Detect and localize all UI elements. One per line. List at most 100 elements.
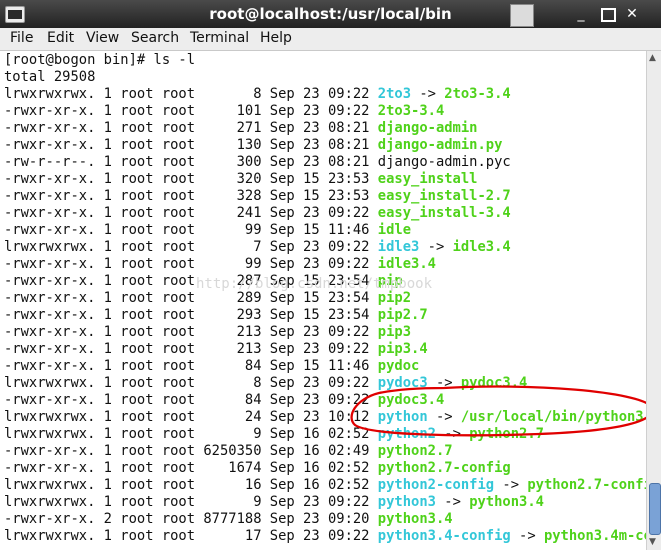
link-target: 2to3-3.4 [444,86,511,102]
file-name: python [377,409,428,425]
file-name: pip3 [377,324,412,340]
listing-row: -rwxr-xr-x. 1 root root 1674 Sep 16 02:5… [4,460,511,477]
link-arrow: -> [435,494,470,510]
listing-row: lrwxrwxrwx. 1 root root 9 Sep 23 09:22 p… [4,494,544,511]
file-name: python3.4 [377,511,453,527]
scrollbar-thumb[interactable] [649,483,661,535]
file-name: idle [377,222,412,238]
file-meta: -rwxr-xr-x. 1 root root 271 Sep 23 08:21 [4,120,378,136]
listing-row: lrwxrwxrwx. 1 root root 16 Sep 16 02:52 … [4,477,660,494]
file-name: 2to3 [377,86,412,102]
file-meta: -rwxr-xr-x. 1 root root 99 Sep 23 09:22 [4,256,378,272]
listing-row: lrwxrwxrwx. 1 root root 8 Sep 23 09:22 p… [4,375,527,392]
file-name: easy_install-3.4 [377,205,511,221]
listing-row: -rwxr-xr-x. 1 root root 99 Sep 23 09:22 … [4,256,436,273]
listing-row: -rwxr-xr-x. 1 root root 271 Sep 23 08:21… [4,120,477,137]
listing-row: lrwxrwxrwx. 1 root root 7 Sep 23 09:22 i… [4,239,511,256]
listing-row: -rwxr-xr-x. 1 root root 101 Sep 23 09:22… [4,103,444,120]
menu-edit[interactable]: Edit [47,30,74,46]
file-name: python2.7-config [377,460,511,476]
file-meta: -rwxr-xr-x. 1 root root 1674 Sep 16 02:5… [4,460,378,476]
file-name: python3 [377,494,436,510]
listing-row: -rwxr-xr-x. 1 root root 241 Sep 23 09:22… [4,205,511,222]
menu-help[interactable]: Help [260,30,292,46]
file-name: django-admin [377,120,478,136]
file-meta: -rwxr-xr-x. 1 root root 99 Sep 15 11:46 [4,222,378,238]
file-meta: -rwxr-xr-x. 2 root root 8777188 Sep 23 0… [4,511,378,527]
prompt-line: [root@bogon bin]# ls -l [4,52,196,68]
watermark: http://blog.csdn.net/tmpbook [196,276,433,292]
listing-row: -rwxr-xr-x. 1 root root 320 Sep 15 23:53… [4,171,477,188]
listing-row: -rw-r--r--. 1 root root 300 Sep 23 08:21… [4,154,511,171]
file-meta: -rwxr-xr-x. 1 root root 130 Sep 23 08:21 [4,137,378,153]
listing-row: -rwxr-xr-x. 1 root root 130 Sep 23 08:21… [4,137,502,154]
listing-row: -rwxr-xr-x. 1 root root 6250350 Sep 16 0… [4,443,453,460]
file-meta: -rwxr-xr-x. 1 root root 213 Sep 23 09:22 [4,341,378,357]
link-target: pydoc3.4 [460,375,528,391]
file-name: django-admin.pyc [377,154,511,170]
file-meta: -rwxr-xr-x. 1 root root 84 Sep 15 11:46 [4,358,378,374]
link-arrow: -> [411,86,445,102]
link-arrow: -> [435,426,470,442]
link-target: idle3.4 [452,239,511,255]
file-meta: -rwxr-xr-x. 1 root root 84 Sep 23 09:22 [4,392,378,408]
file-meta: lrwxrwxrwx. 1 root root 16 Sep 16 02:52 [4,477,378,493]
menu-terminal[interactable]: Terminal [190,30,249,46]
maximize-button[interactable] [597,4,617,24]
listing-row: lrwxrwxrwx. 1 root root 9 Sep 16 02:52 p… [4,426,544,443]
menu-view[interactable]: View [86,30,119,46]
file-meta: -rw-r--r--. 1 root root 300 Sep 23 08:21 [4,154,378,170]
file-meta: lrwxrwxrwx. 1 root root 17 Sep 23 09:22 [4,528,378,544]
file-meta: -rwxr-xr-x. 1 root root 289 Sep 15 23:54 [4,290,378,306]
file-meta: -rwxr-xr-x. 1 root root 101 Sep 23 09:22 [4,103,378,119]
file-name: pip3.4 [377,341,428,357]
file-name: pip2.7 [377,307,428,323]
listing-row: lrwxrwxrwx. 1 root root 8 Sep 23 09:22 2… [4,86,511,103]
file-name: python3.4-config [377,528,511,544]
minimize-button[interactable]: _ [571,4,591,24]
window-titlebar[interactable]: root@localhost:/usr/local/bin _ ✕ [0,0,661,28]
file-meta: lrwxrwxrwx. 1 root root 8 Sep 23 09:22 [4,86,378,102]
terminal-output[interactable]: [root@bogon bin]# ls -l total 29508 lrwx… [0,51,661,550]
file-meta: lrwxrwxrwx. 1 root root 9 Sep 16 02:52 [4,426,378,442]
file-name: 2to3-3.4 [377,103,445,119]
listing-row: -rwxr-xr-x. 1 root root 99 Sep 15 11:46 … [4,222,411,239]
file-meta: lrwxrwxrwx. 1 root root 24 Sep 23 10:12 [4,409,378,425]
window-title: root@localhost:/usr/local/bin [209,5,452,23]
listing-row: -rwxr-xr-x. 1 root root 213 Sep 23 09:22… [4,324,411,341]
file-name: easy_install [377,171,478,187]
listing-row: -rwxr-xr-x. 1 root root 328 Sep 15 23:53… [4,188,511,205]
vertical-scrollbar[interactable]: ▲ ▼ [646,51,661,550]
link-target: python3.4m-config [543,528,661,544]
menubar: File Edit View Search Terminal Help [0,28,661,51]
restore-icon [510,4,534,27]
link-target: python2.7-config [527,477,661,493]
file-name: pydoc3.4 [377,392,445,408]
scroll-down-icon[interactable]: ▼ [649,537,659,547]
listing-row: -rwxr-xr-x. 1 root root 84 Sep 15 11:46 … [4,358,419,375]
close-button[interactable]: ✕ [622,4,642,24]
file-name: python2-config [377,477,495,493]
file-meta: -rwxr-xr-x. 1 root root 320 Sep 15 23:53 [4,171,378,187]
menu-file[interactable]: File [10,30,33,46]
link-arrow: -> [427,409,461,425]
file-name: easy_install-2.7 [377,188,511,204]
listing-row: -rwxr-xr-x. 1 root root 84 Sep 23 09:22 … [4,392,444,409]
scroll-up-icon[interactable]: ▲ [649,53,659,63]
listing-row: -rwxr-xr-x. 1 root root 213 Sep 23 09:22… [4,341,428,358]
menu-search[interactable]: Search [131,30,179,46]
file-name: python2.7 [377,443,453,459]
file-meta: -rwxr-xr-x. 1 root root 241 Sep 23 09:22 [4,205,378,221]
listing-row: lrwxrwxrwx. 1 root root 24 Sep 23 10:12 … [4,409,660,426]
listing-row: lrwxrwxrwx. 1 root root 17 Sep 23 09:22 … [4,528,661,545]
file-name: idle3 [377,239,420,255]
file-name: python2 [377,426,436,442]
listing-row: -rwxr-xr-x. 2 root root 8777188 Sep 23 0… [4,511,453,528]
file-meta: lrwxrwxrwx. 1 root root 8 Sep 23 09:22 [4,375,378,391]
file-meta: lrwxrwxrwx. 1 root root 7 Sep 23 09:22 [4,239,378,255]
total-line: total 29508 [4,69,96,85]
file-name: idle3.4 [377,256,436,272]
link-target: python2.7 [469,426,544,442]
file-meta: -rwxr-xr-x. 1 root root 293 Sep 15 23:54 [4,307,378,323]
link-arrow: -> [510,528,544,544]
